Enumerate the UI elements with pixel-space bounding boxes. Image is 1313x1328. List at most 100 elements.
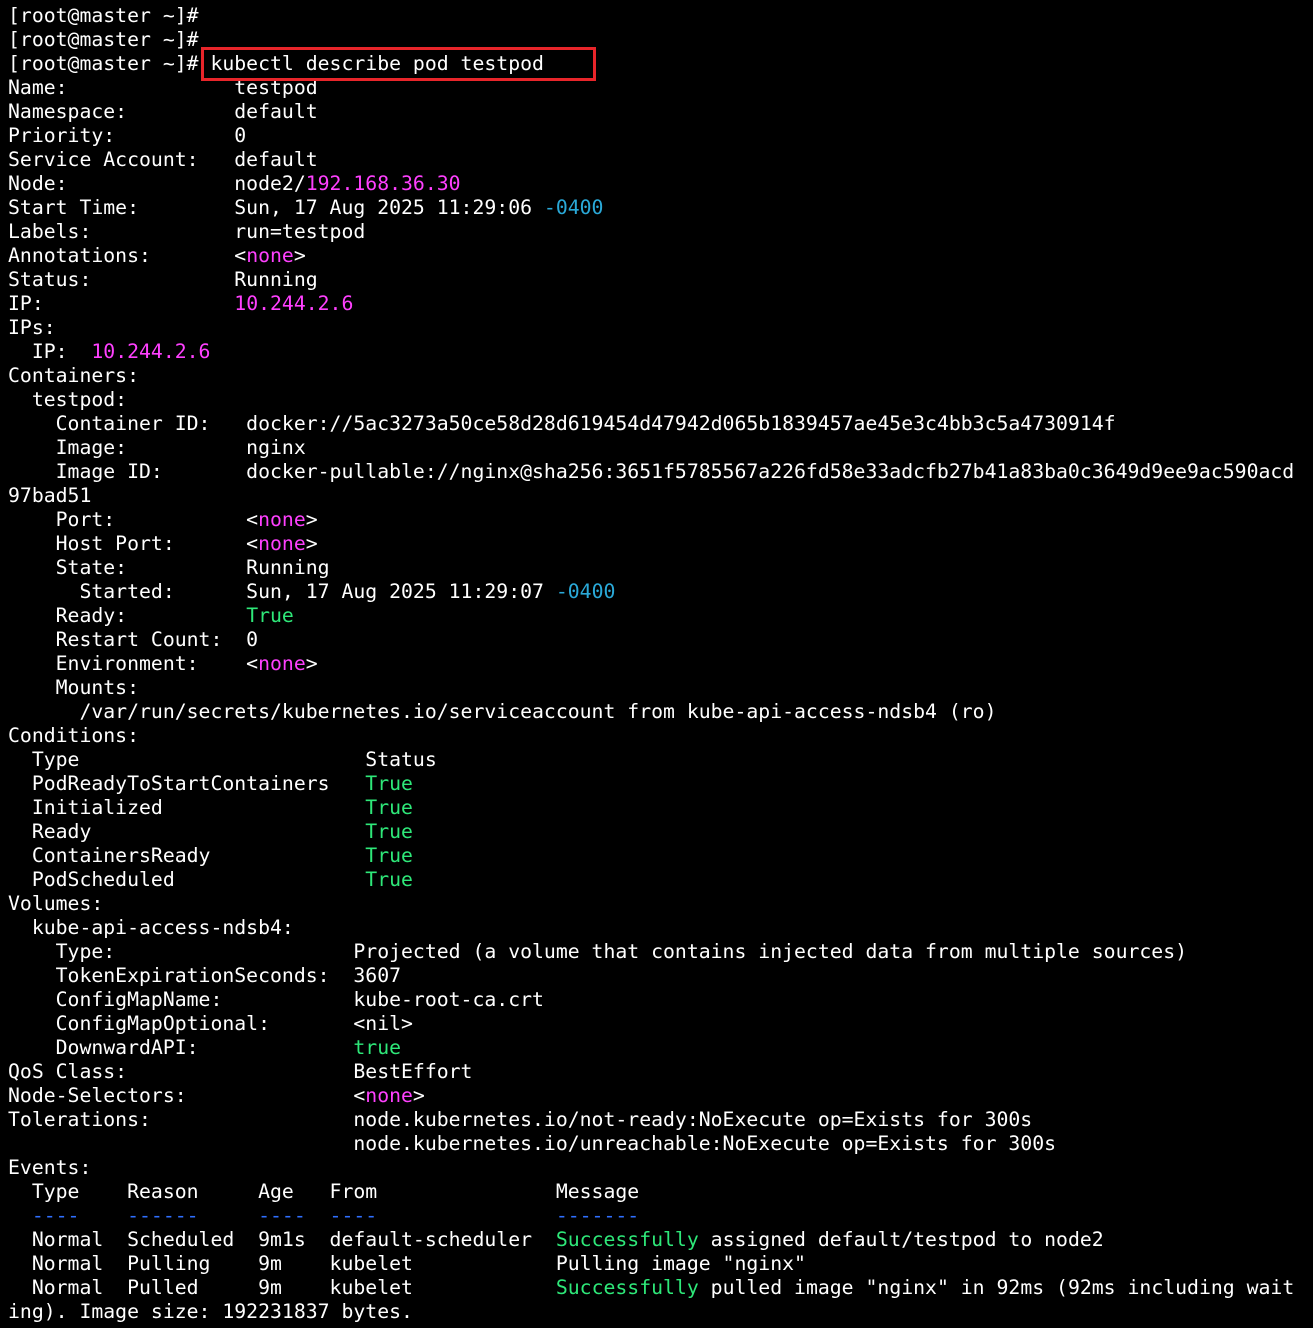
terminal-line: TokenExpirationSeconds: 3607 bbox=[8, 964, 1313, 988]
terminal-text-segment: > bbox=[305, 508, 318, 531]
terminal-text-segment: testpod: bbox=[8, 388, 128, 411]
terminal-line: ConfigMapName: kube-root-ca.crt bbox=[8, 988, 1313, 1012]
terminal-text-segment: ---- ------ ---- ---- ------- bbox=[8, 1204, 640, 1227]
terminal-line: Namespace: default bbox=[8, 100, 1313, 124]
terminal-text-segment: True bbox=[365, 820, 413, 843]
terminal-text-segment: none bbox=[258, 508, 306, 531]
terminal-text-segment: Volumes: bbox=[8, 892, 104, 915]
terminal-line: ContainersReady True bbox=[8, 844, 1313, 868]
terminal-text-segment: Normal Pulled 9m kubelet bbox=[8, 1276, 556, 1299]
terminal-line: PodReadyToStartContainers True bbox=[8, 772, 1313, 796]
terminal-text-segment: Normal Scheduled 9m1s default-scheduler bbox=[8, 1228, 556, 1251]
terminal-text-segment: 10.244.2.6 bbox=[91, 340, 211, 363]
terminal-line: Start Time: Sun, 17 Aug 2025 11:29:06 -0… bbox=[8, 196, 1313, 220]
terminal-text-segment: Started: Sun, 17 Aug 2025 11:29:07 bbox=[8, 580, 556, 603]
terminal-text-segment: 10.244.2.6 bbox=[234, 292, 354, 315]
terminal-text-segment: TokenExpirationSeconds: 3607 bbox=[8, 964, 402, 987]
terminal-line: IP: 10.244.2.6 bbox=[8, 292, 1313, 316]
terminal-text-segment: Port: < bbox=[8, 508, 259, 531]
terminal-line: kube-api-access-ndsb4: bbox=[8, 916, 1313, 940]
terminal-output[interactable]: [root@master ~]# [root@master ~]# [root@ma… bbox=[8, 4, 1313, 1324]
terminal-text-segment: [root@master ~]# kubectl describe pod te… bbox=[8, 52, 544, 75]
terminal-text-segment: kube-api-access-ndsb4: bbox=[8, 916, 294, 939]
terminal-line: Service Account: default bbox=[8, 148, 1313, 172]
terminal-line: ConfigMapOptional: <nil> bbox=[8, 1012, 1313, 1036]
terminal-line: Mounts: bbox=[8, 676, 1313, 700]
terminal-line: Type: Projected (a volume that contains … bbox=[8, 940, 1313, 964]
terminal-line: Node-Selectors: <none> bbox=[8, 1084, 1313, 1108]
terminal-line: [root@master ~]# bbox=[8, 4, 1313, 28]
terminal-text-segment: > bbox=[293, 244, 306, 267]
terminal-line: PodScheduled True bbox=[8, 868, 1313, 892]
terminal-line: Annotations: <none> bbox=[8, 244, 1313, 268]
terminal-text-segment: PodReadyToStartContainers bbox=[8, 772, 366, 795]
terminal-text-segment: State: Running bbox=[8, 556, 330, 579]
terminal-line: IPs: bbox=[8, 316, 1313, 340]
terminal-line: Type Status bbox=[8, 748, 1313, 772]
terminal-line: Volumes: bbox=[8, 892, 1313, 916]
terminal-line: Initialized True bbox=[8, 796, 1313, 820]
terminal-line: Environment: <none> bbox=[8, 652, 1313, 676]
terminal-text-segment: Service Account: default bbox=[8, 148, 318, 171]
terminal-line: Name: testpod bbox=[8, 76, 1313, 100]
terminal-window[interactable]: { "colors": { "background": "#000000", "… bbox=[0, 0, 1313, 1328]
terminal-text-segment: Tolerations: node.kubernetes.io/not-read… bbox=[8, 1108, 1033, 1131]
terminal-line: Port: <none> bbox=[8, 508, 1313, 532]
terminal-text-segment: Namespace: default bbox=[8, 100, 318, 123]
terminal-text-segment: IPs: bbox=[8, 316, 56, 339]
terminal-text-segment: Image: nginx bbox=[8, 436, 306, 459]
terminal-line: [root@master ~]# bbox=[8, 28, 1313, 52]
terminal-text-segment: > bbox=[305, 532, 318, 555]
terminal-text-segment: 192.168.36.30 bbox=[305, 172, 461, 195]
terminal-text-segment: IP: bbox=[8, 340, 92, 363]
terminal-text-segment: Start Time: Sun, 17 Aug 2025 11:29:06 bbox=[8, 196, 544, 219]
terminal-text-segment: Status: Running bbox=[8, 268, 318, 291]
terminal-text-segment: pulled image "nginx" in 92ms (92ms inclu… bbox=[698, 1276, 1295, 1299]
terminal-text-segment: Node: node2/ bbox=[8, 172, 306, 195]
terminal-text-segment: PodScheduled bbox=[8, 868, 366, 891]
terminal-line: QoS Class: BestEffort bbox=[8, 1060, 1313, 1084]
terminal-text-segment: 97bad51 bbox=[8, 484, 92, 507]
terminal-text-segment: Events: bbox=[8, 1156, 92, 1179]
terminal-text-segment: Annotations: < bbox=[8, 244, 247, 267]
terminal-text-segment: Environment: < bbox=[8, 652, 259, 675]
terminal-line: Started: Sun, 17 Aug 2025 11:29:07 -0400 bbox=[8, 580, 1313, 604]
terminal-text-segment: > bbox=[305, 652, 318, 675]
terminal-line: Host Port: <none> bbox=[8, 532, 1313, 556]
terminal-line: Tolerations: node.kubernetes.io/not-read… bbox=[8, 1108, 1313, 1132]
terminal-text-segment: True bbox=[365, 796, 413, 819]
terminal-text-segment: node.kubernetes.io/unreachable:NoExecute… bbox=[8, 1132, 1057, 1155]
terminal-line: /var/run/secrets/kubernetes.io/serviceac… bbox=[8, 700, 1313, 724]
terminal-text-segment: Type Status bbox=[8, 748, 437, 771]
terminal-text-segment: Type: Projected (a volume that contains … bbox=[8, 940, 1188, 963]
terminal-line: Conditions: bbox=[8, 724, 1313, 748]
terminal-text-segment: /var/run/secrets/kubernetes.io/serviceac… bbox=[8, 700, 997, 723]
terminal-text-segment: True bbox=[365, 868, 413, 891]
terminal-text-segment: Container ID: docker://5ac3273a50ce58d28… bbox=[8, 412, 1116, 435]
terminal-text-segment: Name: testpod bbox=[8, 76, 318, 99]
terminal-text-segment: ConfigMapName: kube-root-ca.crt bbox=[8, 988, 544, 1011]
terminal-text-segment: [root@master ~]# bbox=[8, 4, 199, 27]
terminal-text-segment: True bbox=[365, 844, 413, 867]
terminal-text-segment: assigned default/testpod to node2 bbox=[698, 1228, 1104, 1251]
terminal-text-segment: Restart Count: 0 bbox=[8, 628, 259, 651]
terminal-line: Events: bbox=[8, 1156, 1313, 1180]
terminal-text-segment: QoS Class: BestEffort bbox=[8, 1060, 473, 1083]
terminal-line: Containers: bbox=[8, 364, 1313, 388]
terminal-line: node.kubernetes.io/unreachable:NoExecute… bbox=[8, 1132, 1313, 1156]
terminal-line: IP: 10.244.2.6 bbox=[8, 340, 1313, 364]
terminal-line: Type Reason Age From Message bbox=[8, 1180, 1313, 1204]
terminal-line: 97bad51 bbox=[8, 484, 1313, 508]
terminal-line: State: Running bbox=[8, 556, 1313, 580]
terminal-line: Ready True bbox=[8, 820, 1313, 844]
terminal-text-segment: none bbox=[246, 244, 294, 267]
terminal-text-segment: -0400 bbox=[555, 580, 616, 603]
terminal-text-segment: ConfigMapOptional: <nil> bbox=[8, 1012, 413, 1035]
terminal-line: ing). Image size: 192231837 bytes. bbox=[8, 1300, 1313, 1324]
terminal-text-segment: Mounts: bbox=[8, 676, 140, 699]
terminal-text-segment: True bbox=[246, 604, 294, 627]
terminal-line: testpod: bbox=[8, 388, 1313, 412]
terminal-text-segment: Priority: 0 bbox=[8, 124, 247, 147]
terminal-text-segment: [root@master ~]# bbox=[8, 28, 199, 51]
terminal-line: Node: node2/192.168.36.30 bbox=[8, 172, 1313, 196]
